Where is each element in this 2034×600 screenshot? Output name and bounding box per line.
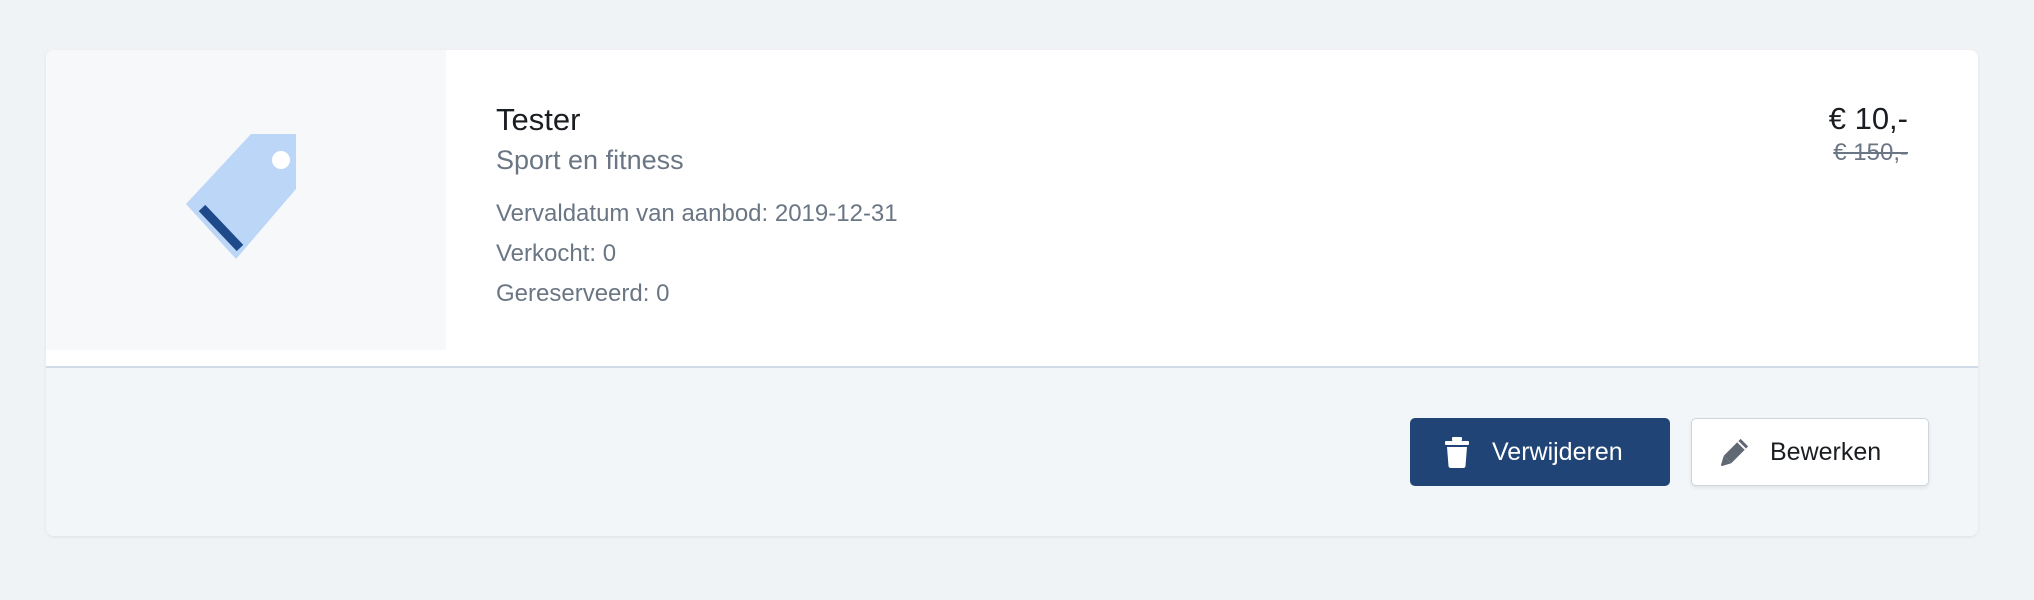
delete-button-label: Verwijderen <box>1492 438 1623 466</box>
offer-sold-count: Verkocht: 0 <box>496 240 617 267</box>
original-price: € 150,- <box>1833 139 1908 166</box>
offer-info: Tester Sport en fitness Vervaldatum van … <box>496 100 898 314</box>
offer-thumbnail <box>46 50 446 350</box>
edit-button[interactable]: Bewerken <box>1691 418 1929 486</box>
offer-price: € 10,- € 150,- <box>1829 100 1908 168</box>
offer-title: Tester <box>496 102 581 137</box>
offer-card-actions: Verwijderen Bewerken <box>46 368 1978 536</box>
price-tag-icon <box>186 134 296 259</box>
offer-category: Sport en fitness <box>496 145 684 175</box>
trash-icon <box>1445 437 1469 468</box>
offer-card-body: Tester Sport en fitness Vervaldatum van … <box>46 50 1978 368</box>
offer-expiry: Vervaldatum van aanbod: 2019-12-31 <box>496 200 898 227</box>
pencil-icon <box>1720 438 1749 467</box>
offer-card: Tester Sport en fitness Vervaldatum van … <box>46 50 1978 536</box>
delete-button[interactable]: Verwijderen <box>1410 418 1670 486</box>
edit-button-label: Bewerken <box>1770 438 1882 466</box>
current-price: € 10,- <box>1828 101 1908 136</box>
offer-reserved-count: Gereserveerd: 0 <box>496 280 670 307</box>
